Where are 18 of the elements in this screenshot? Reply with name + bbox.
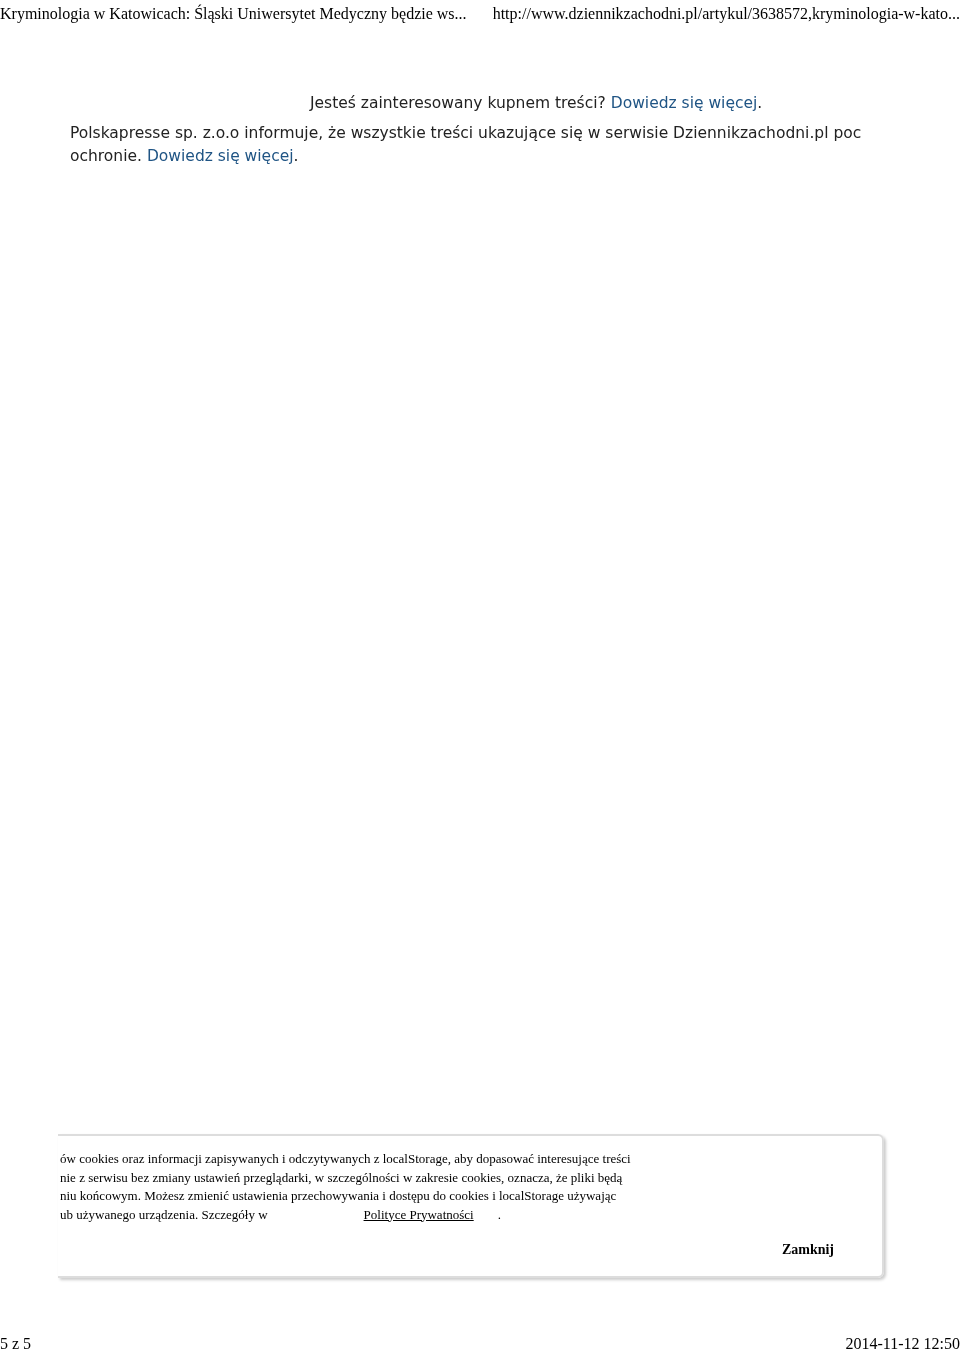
learn-more-link[interactable]: Dowiedz się więcej: [146, 145, 294, 168]
copyright-notice: ochronie.: [70, 146, 142, 167]
period: .: [293, 146, 299, 167]
page-number: 5 z 5: [0, 1335, 32, 1353]
close-button[interactable]: Zamknij: [781, 1242, 834, 1258]
page-url: http://www.dziennikzachodni.pl/artykul/3638572,kryminologia-w-kato...: [492, 5, 960, 23]
privacy-policy-link[interactable]: Polityce Prywatności: [363, 1205, 498, 1224]
learn-more-link[interactable]: Dowiedz się więcej: [610, 94, 758, 112]
cookie-text: ów cookies oraz informacji zapisywanych i odczytywanych z localStorage, aby dopasować interesujące treści: [60, 1150, 631, 1168]
cookie-text: ub używanego urządzenia. Szczegóły w: [60, 1205, 268, 1224]
copyright-notice: Polskapresse sp. z.o.o informuje, że wszystkie treści ukazujące się w serwisie Dziennikzachodni.pl poc: [70, 123, 862, 144]
purchase-question: Jesteś zainteresowany kupnem treści?: [310, 94, 606, 112]
page-title: Kryminologia w Katowicach: Śląski Uniwersytet Medyczny będzie ws...: [0, 5, 467, 23]
print-date: 2014-11-12 12:50: [845, 1335, 960, 1353]
cookie-text: nie z serwisu bez zmiany ustawień przeglądarki, w szczególności w zakresie cookies, oznacza, że pliki będą: [60, 1168, 623, 1187]
period: .: [757, 94, 763, 112]
cookie-text: niu końcowym. Możesz zmienić ustawienia przechowywania i dostępu do cookies i localStorage używając: [60, 1187, 617, 1205]
period: .: [497, 1205, 501, 1224]
